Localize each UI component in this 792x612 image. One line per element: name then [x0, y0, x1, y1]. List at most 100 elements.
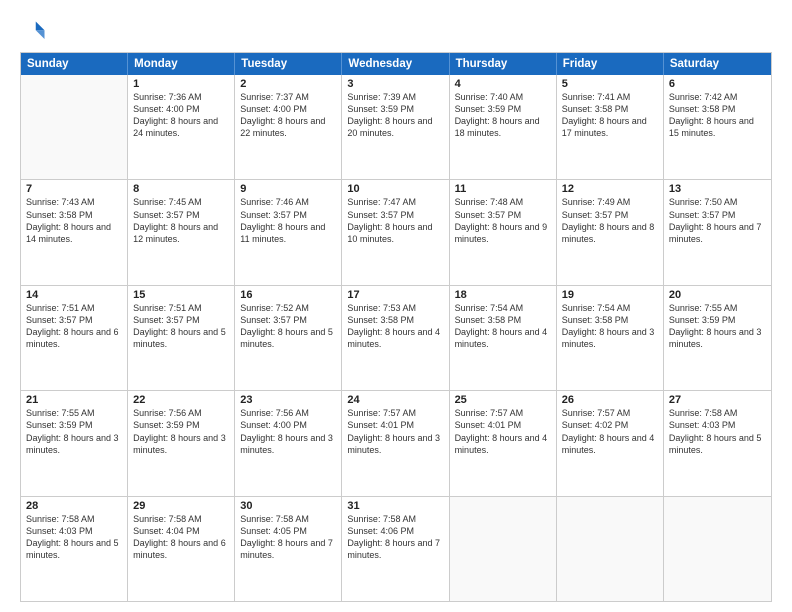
cal-cell: 27Sunrise: 7:58 AM Sunset: 4:03 PM Dayli… — [664, 391, 771, 495]
day-number: 28 — [26, 500, 122, 512]
cell-text: Sunrise: 7:46 AM Sunset: 3:57 PM Dayligh… — [240, 196, 336, 245]
cell-text: Sunrise: 7:37 AM Sunset: 4:00 PM Dayligh… — [240, 91, 336, 140]
cell-text: Sunrise: 7:54 AM Sunset: 3:58 PM Dayligh… — [562, 302, 658, 351]
cal-cell: 3Sunrise: 7:39 AM Sunset: 3:59 PM Daylig… — [342, 75, 449, 179]
cal-cell: 26Sunrise: 7:57 AM Sunset: 4:02 PM Dayli… — [557, 391, 664, 495]
cell-text: Sunrise: 7:48 AM Sunset: 3:57 PM Dayligh… — [455, 196, 551, 245]
cal-cell: 29Sunrise: 7:58 AM Sunset: 4:04 PM Dayli… — [128, 497, 235, 601]
day-number: 24 — [347, 394, 443, 406]
cal-cell: 18Sunrise: 7:54 AM Sunset: 3:58 PM Dayli… — [450, 286, 557, 390]
day-number: 2 — [240, 78, 336, 90]
cal-cell — [21, 75, 128, 179]
cell-text: Sunrise: 7:42 AM Sunset: 3:58 PM Dayligh… — [669, 91, 766, 140]
day-number: 23 — [240, 394, 336, 406]
cal-cell: 2Sunrise: 7:37 AM Sunset: 4:00 PM Daylig… — [235, 75, 342, 179]
day-number: 29 — [133, 500, 229, 512]
cal-cell: 19Sunrise: 7:54 AM Sunset: 3:58 PM Dayli… — [557, 286, 664, 390]
cell-text: Sunrise: 7:43 AM Sunset: 3:58 PM Dayligh… — [26, 196, 122, 245]
day-number: 14 — [26, 289, 122, 301]
day-number: 16 — [240, 289, 336, 301]
cal-cell: 31Sunrise: 7:58 AM Sunset: 4:06 PM Dayli… — [342, 497, 449, 601]
cell-text: Sunrise: 7:58 AM Sunset: 4:03 PM Dayligh… — [669, 407, 766, 456]
cell-text: Sunrise: 7:55 AM Sunset: 3:59 PM Dayligh… — [669, 302, 766, 351]
cal-cell: 12Sunrise: 7:49 AM Sunset: 3:57 PM Dayli… — [557, 180, 664, 284]
cell-text: Sunrise: 7:51 AM Sunset: 3:57 PM Dayligh… — [26, 302, 122, 351]
cell-text: Sunrise: 7:58 AM Sunset: 4:06 PM Dayligh… — [347, 513, 443, 562]
cal-cell: 14Sunrise: 7:51 AM Sunset: 3:57 PM Dayli… — [21, 286, 128, 390]
cell-text: Sunrise: 7:51 AM Sunset: 3:57 PM Dayligh… — [133, 302, 229, 351]
day-number: 10 — [347, 183, 443, 195]
day-number: 26 — [562, 394, 658, 406]
cal-cell: 7Sunrise: 7:43 AM Sunset: 3:58 PM Daylig… — [21, 180, 128, 284]
cell-text: Sunrise: 7:58 AM Sunset: 4:05 PM Dayligh… — [240, 513, 336, 562]
cal-cell: 16Sunrise: 7:52 AM Sunset: 3:57 PM Dayli… — [235, 286, 342, 390]
day-number: 13 — [669, 183, 766, 195]
day-number: 15 — [133, 289, 229, 301]
cal-cell: 21Sunrise: 7:55 AM Sunset: 3:59 PM Dayli… — [21, 391, 128, 495]
calendar-row-4: 28Sunrise: 7:58 AM Sunset: 4:03 PM Dayli… — [21, 496, 771, 601]
cal-cell: 9Sunrise: 7:46 AM Sunset: 3:57 PM Daylig… — [235, 180, 342, 284]
cell-text: Sunrise: 7:45 AM Sunset: 3:57 PM Dayligh… — [133, 196, 229, 245]
day-number: 7 — [26, 183, 122, 195]
day-number: 1 — [133, 78, 229, 90]
cell-text: Sunrise: 7:49 AM Sunset: 3:57 PM Dayligh… — [562, 196, 658, 245]
cal-cell: 20Sunrise: 7:55 AM Sunset: 3:59 PM Dayli… — [664, 286, 771, 390]
cal-cell: 6Sunrise: 7:42 AM Sunset: 3:58 PM Daylig… — [664, 75, 771, 179]
cell-text: Sunrise: 7:54 AM Sunset: 3:58 PM Dayligh… — [455, 302, 551, 351]
cal-cell — [557, 497, 664, 601]
cell-text: Sunrise: 7:53 AM Sunset: 3:58 PM Dayligh… — [347, 302, 443, 351]
cal-cell: 10Sunrise: 7:47 AM Sunset: 3:57 PM Dayli… — [342, 180, 449, 284]
cell-text: Sunrise: 7:40 AM Sunset: 3:59 PM Dayligh… — [455, 91, 551, 140]
cell-text: Sunrise: 7:57 AM Sunset: 4:02 PM Dayligh… — [562, 407, 658, 456]
cell-text: Sunrise: 7:56 AM Sunset: 3:59 PM Dayligh… — [133, 407, 229, 456]
cell-text: Sunrise: 7:57 AM Sunset: 4:01 PM Dayligh… — [455, 407, 551, 456]
header — [20, 18, 772, 46]
cell-text: Sunrise: 7:36 AM Sunset: 4:00 PM Dayligh… — [133, 91, 229, 140]
day-number: 12 — [562, 183, 658, 195]
header-day-friday: Friday — [557, 53, 664, 75]
day-number: 19 — [562, 289, 658, 301]
day-number: 3 — [347, 78, 443, 90]
cell-text: Sunrise: 7:55 AM Sunset: 3:59 PM Dayligh… — [26, 407, 122, 456]
day-number: 17 — [347, 289, 443, 301]
calendar-row-2: 14Sunrise: 7:51 AM Sunset: 3:57 PM Dayli… — [21, 285, 771, 390]
cal-cell: 17Sunrise: 7:53 AM Sunset: 3:58 PM Dayli… — [342, 286, 449, 390]
cal-cell: 24Sunrise: 7:57 AM Sunset: 4:01 PM Dayli… — [342, 391, 449, 495]
cell-text: Sunrise: 7:58 AM Sunset: 4:04 PM Dayligh… — [133, 513, 229, 562]
calendar-row-1: 7Sunrise: 7:43 AM Sunset: 3:58 PM Daylig… — [21, 179, 771, 284]
header-day-thursday: Thursday — [450, 53, 557, 75]
day-number: 6 — [669, 78, 766, 90]
cal-cell: 4Sunrise: 7:40 AM Sunset: 3:59 PM Daylig… — [450, 75, 557, 179]
cal-cell: 28Sunrise: 7:58 AM Sunset: 4:03 PM Dayli… — [21, 497, 128, 601]
day-number: 21 — [26, 394, 122, 406]
day-number: 4 — [455, 78, 551, 90]
cal-cell: 1Sunrise: 7:36 AM Sunset: 4:00 PM Daylig… — [128, 75, 235, 179]
cal-cell — [664, 497, 771, 601]
cell-text: Sunrise: 7:50 AM Sunset: 3:57 PM Dayligh… — [669, 196, 766, 245]
cell-text: Sunrise: 7:52 AM Sunset: 3:57 PM Dayligh… — [240, 302, 336, 351]
cal-cell: 30Sunrise: 7:58 AM Sunset: 4:05 PM Dayli… — [235, 497, 342, 601]
calendar-header: SundayMondayTuesdayWednesdayThursdayFrid… — [21, 53, 771, 75]
cell-text: Sunrise: 7:56 AM Sunset: 4:00 PM Dayligh… — [240, 407, 336, 456]
cell-text: Sunrise: 7:58 AM Sunset: 4:03 PM Dayligh… — [26, 513, 122, 562]
header-day-sunday: Sunday — [21, 53, 128, 75]
header-day-monday: Monday — [128, 53, 235, 75]
day-number: 22 — [133, 394, 229, 406]
day-number: 25 — [455, 394, 551, 406]
cell-text: Sunrise: 7:39 AM Sunset: 3:59 PM Dayligh… — [347, 91, 443, 140]
cell-text: Sunrise: 7:57 AM Sunset: 4:01 PM Dayligh… — [347, 407, 443, 456]
calendar-row-3: 21Sunrise: 7:55 AM Sunset: 3:59 PM Dayli… — [21, 390, 771, 495]
logo-icon — [20, 18, 48, 46]
calendar: SundayMondayTuesdayWednesdayThursdayFrid… — [20, 52, 772, 602]
page: SundayMondayTuesdayWednesdayThursdayFrid… — [0, 0, 792, 612]
cal-cell: 23Sunrise: 7:56 AM Sunset: 4:00 PM Dayli… — [235, 391, 342, 495]
day-number: 5 — [562, 78, 658, 90]
day-number: 27 — [669, 394, 766, 406]
day-number: 31 — [347, 500, 443, 512]
header-day-saturday: Saturday — [664, 53, 771, 75]
cal-cell: 25Sunrise: 7:57 AM Sunset: 4:01 PM Dayli… — [450, 391, 557, 495]
cal-cell: 15Sunrise: 7:51 AM Sunset: 3:57 PM Dayli… — [128, 286, 235, 390]
cal-cell — [450, 497, 557, 601]
cell-text: Sunrise: 7:41 AM Sunset: 3:58 PM Dayligh… — [562, 91, 658, 140]
header-day-wednesday: Wednesday — [342, 53, 449, 75]
